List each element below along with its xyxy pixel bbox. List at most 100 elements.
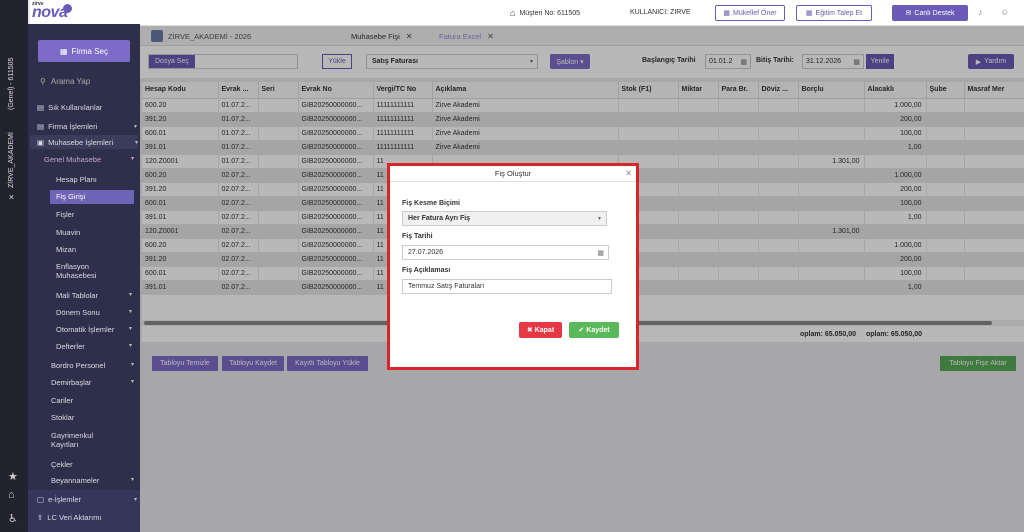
sidebar-label: Sık Kullanılanlar bbox=[48, 103, 103, 112]
close-icon: ✖ bbox=[526, 327, 533, 334]
sidebar-item-defterler[interactable]: Defterler ▾ bbox=[56, 342, 136, 351]
musteri-info: ⌂ Müşteri No: 611505 bbox=[510, 8, 580, 18]
list-icon: ▤ bbox=[37, 122, 45, 131]
firma-sec-label: Firma Seç bbox=[71, 46, 108, 56]
button-label: Kaydet bbox=[586, 326, 610, 334]
sidebar-item-bordro[interactable]: Bordro Personel ▾ bbox=[51, 361, 138, 370]
list-icon: ▤ bbox=[37, 103, 45, 112]
sidebar-item-demirbaslar[interactable]: Demirbaşlar ▾ bbox=[51, 378, 138, 387]
chevron-down-icon: ▾ bbox=[134, 139, 138, 146]
sidebar-label: LC Veri Aktarımı bbox=[47, 513, 102, 522]
sidebar-item-gayrimenkul[interactable]: Gayrimenkul Kayıtları bbox=[51, 431, 111, 449]
fis-tarihi-input[interactable]: 27.07.2026 ▦ bbox=[402, 245, 609, 260]
sidebar-item-donem-sonu[interactable]: Dönem Sonu ▾ bbox=[56, 308, 136, 317]
fis-aciklamasi-label: Fiş Açıklaması bbox=[402, 267, 451, 274]
egitim-talep-button[interactable]: ▦ Eğitim Talep Et bbox=[796, 5, 872, 21]
sidebar-item-cekler[interactable]: Çekler bbox=[51, 460, 131, 469]
sidebar-item-fisler[interactable]: Fişler bbox=[56, 210, 136, 219]
bell-icon[interactable]: ♪ bbox=[978, 7, 983, 17]
kapat-button[interactable]: ✖ Kapat bbox=[519, 322, 562, 338]
fis-aciklamasi-input[interactable]: Temmuz Satış Faturaları bbox=[402, 279, 612, 294]
chevron-down-icon: ▾ bbox=[128, 326, 132, 332]
star-icon[interactable]: ★ bbox=[8, 470, 18, 483]
sidebar-search-placeholder: Arama Yap bbox=[50, 77, 91, 86]
chat-icon: ✉ bbox=[905, 10, 912, 17]
chevron-down-icon: ▾ bbox=[597, 216, 601, 222]
left-strip: (Genel) - 611505 ZİRVE_AKADEMİ ✕ ★ ⌂ ♿ bbox=[0, 0, 28, 532]
canli-destek-button[interactable]: ✉ Canlı Destek bbox=[892, 5, 968, 21]
button-label: Mükellef Öner bbox=[733, 9, 777, 17]
sidebar-item-mali-tablolar[interactable]: Mali Tablolar ▾ bbox=[56, 291, 136, 300]
modal-title: Fiş Oluştur bbox=[390, 166, 636, 182]
sidebar-label: Beyannameler bbox=[51, 476, 100, 485]
button-label: Eğitim Talep Et bbox=[815, 9, 863, 17]
kullanici-label: KULLANICI: ZIRVE bbox=[630, 9, 691, 16]
close-company-icon[interactable]: ✕ bbox=[8, 194, 16, 200]
sidebar-label: Bordro Personel bbox=[51, 361, 106, 370]
chevron-down-icon: ▾ bbox=[130, 379, 134, 385]
company-code-label: (Genel) - 611505 bbox=[8, 57, 15, 110]
sidebar-label: Defterler bbox=[56, 342, 85, 351]
chevron-down-icon: ▾ bbox=[130, 477, 134, 483]
sidebar-item-muavin[interactable]: Muavin bbox=[56, 228, 136, 237]
sidebar-label: Otomatik İşlemler bbox=[56, 325, 115, 334]
kaydet-button[interactable]: ✔ Kaydet bbox=[569, 322, 619, 338]
sidebar-label: Firma İşlemleri bbox=[48, 122, 98, 131]
sidebar-item-sik[interactable]: ▤ Sık Kullanılanlar bbox=[37, 103, 137, 112]
chevron-down-icon: ▾ bbox=[128, 343, 132, 349]
sidebar-label: Genel Muhasebe bbox=[44, 155, 102, 164]
chevron-down-icon: ▾ bbox=[128, 309, 132, 315]
building-icon: ▦ bbox=[59, 46, 68, 56]
sidebar-label: Demirbaşlar bbox=[51, 378, 92, 387]
sidebar-item-cariler[interactable]: Cariler bbox=[51, 396, 131, 405]
check-icon: ✔ bbox=[578, 327, 585, 334]
fis-olustur-modal: Fiş Oluştur ✕ Fiş Kesme Biçimi Her Fatur… bbox=[387, 163, 639, 370]
sidebar-item-fis-girisi[interactable]: Fiş Girişi bbox=[50, 190, 134, 204]
date-value: 27.07.2026 bbox=[408, 249, 444, 256]
logo-nova: nova bbox=[32, 4, 68, 21]
top-header: ⌂ Müşteri No: 611505 KULLANICI: ZIRVE ▦ M… bbox=[140, 0, 1024, 26]
sidebar-item-enflasyon[interactable]: Enflasyon Muhasebesi bbox=[56, 262, 124, 280]
sidebar-item-e-islemler[interactable]: ▢ e-İşlemler ▾ bbox=[37, 495, 137, 504]
chevron-down-icon: ▾ bbox=[133, 124, 137, 130]
sidebar-item-mizan[interactable]: Mizan bbox=[56, 245, 136, 254]
logo: zirve nova bbox=[30, 0, 140, 24]
sidebar-item-genel-muhasebe[interactable]: Genel Muhasebe ▾ bbox=[44, 155, 136, 164]
button-label: Kapat bbox=[534, 326, 555, 334]
sidebar-label: e-İşlemler bbox=[48, 495, 82, 504]
sidebar-label: Dönem Sonu bbox=[56, 308, 100, 317]
calendar-icon[interactable]: ▦ bbox=[597, 249, 604, 257]
search-icon: ⚲ bbox=[40, 77, 46, 86]
select-value: Her Fatura Ayrı Fiş bbox=[408, 215, 471, 222]
logo-dot bbox=[63, 4, 72, 13]
sidebar-item-beyannameler[interactable]: Beyannameler ▾ bbox=[51, 476, 138, 485]
close-icon[interactable]: ✕ bbox=[625, 169, 632, 178]
user-add-icon: ▦ bbox=[723, 10, 731, 17]
bank-icon[interactable]: ⌂ bbox=[8, 489, 15, 501]
fis-kesme-select[interactable]: Her Fatura Ayrı Fiş ▾ bbox=[402, 211, 607, 226]
upload-icon: ⇪ bbox=[37, 513, 44, 522]
chevron-down-icon: ▾ bbox=[130, 362, 134, 368]
fis-tarihi-label: Fiş Tarihi bbox=[402, 233, 433, 240]
user-icon[interactable]: ☺ bbox=[1000, 7, 1009, 17]
sidebar-item-hesap-plani[interactable]: Hesap Planı bbox=[56, 175, 136, 184]
sidebar-label: Muhasebe İşlemleri bbox=[48, 137, 114, 147]
sidebar-item-lc-veri[interactable]: ⇪ LC Veri Aktarımı bbox=[37, 513, 137, 522]
chevron-down-icon: ▾ bbox=[128, 292, 132, 298]
firma-sec-button[interactable]: ▦ Firma Seç bbox=[38, 40, 130, 62]
button-label: Canlı Destek bbox=[914, 9, 955, 17]
input-value: Temmuz Satış Faturaları bbox=[408, 283, 485, 290]
briefcase-icon: ▣ bbox=[37, 137, 45, 147]
sidebar-item-otomatik[interactable]: Otomatik İşlemler ▾ bbox=[56, 325, 136, 334]
fis-kesme-label: Fiş Kesme Biçimi bbox=[402, 200, 460, 207]
document-icon: ▢ bbox=[37, 495, 45, 504]
chevron-down-icon: ▾ bbox=[130, 156, 134, 162]
sidebar-item-stoklar[interactable]: Stoklar bbox=[51, 413, 131, 422]
sidebar-search[interactable]: ⚲ Arama Yap bbox=[40, 77, 90, 86]
sidebar-item-firma-islemleri[interactable]: ▤ Firma İşlemleri ▾ bbox=[37, 122, 137, 131]
musteri-no: Müşteri No: 611505 bbox=[519, 9, 581, 17]
mukellef-oner-button[interactable]: ▦ Mükellef Öner bbox=[715, 5, 785, 21]
accessibility-icon[interactable]: ♿ bbox=[8, 512, 18, 525]
office-icon: ⌂ bbox=[510, 8, 516, 18]
sidebar-item-muhasebe-islemleri[interactable]: ▣ Muhasebe İşlemleri ▾ bbox=[30, 135, 138, 149]
